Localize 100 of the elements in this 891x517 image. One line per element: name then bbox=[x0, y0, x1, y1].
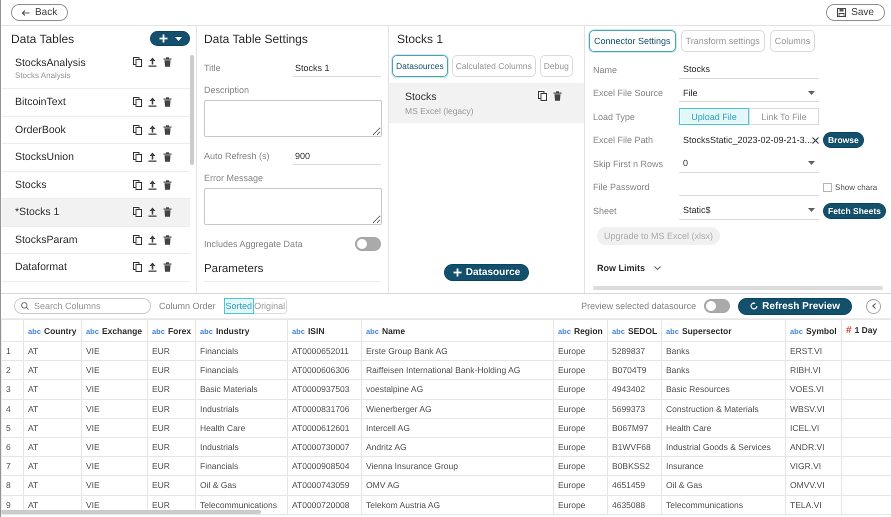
checkbox[interactable] bbox=[823, 182, 832, 192]
add-datasource-button[interactable]: Datasource bbox=[444, 264, 530, 281]
copy-icon[interactable] bbox=[133, 57, 142, 67]
copy-icon[interactable] bbox=[133, 97, 142, 108]
table-cell: AT bbox=[24, 476, 82, 495]
upload-icon[interactable] bbox=[148, 262, 157, 272]
arrow-left-icon bbox=[22, 10, 30, 16]
table-cell: VIE bbox=[82, 399, 148, 418]
trash-icon[interactable] bbox=[163, 97, 172, 108]
row-number: 3 bbox=[2, 380, 24, 400]
table-cell: Health Care bbox=[662, 418, 786, 438]
table-list-item[interactable]: Dataformat bbox=[1, 254, 190, 282]
table-cell: Intercell AG bbox=[362, 418, 554, 438]
table-cell: Erste Group Bank AG bbox=[362, 342, 554, 361]
dropdown-field[interactable]: File bbox=[679, 84, 819, 102]
table-cell: VIE bbox=[82, 437, 148, 457]
upload-icon[interactable] bbox=[148, 234, 157, 245]
input-field[interactable]: Stocks bbox=[679, 60, 819, 79]
copy-icon[interactable] bbox=[133, 152, 142, 162]
tab[interactable]: Datasources bbox=[392, 55, 448, 77]
trash-icon[interactable] bbox=[163, 234, 172, 245]
table-cell: AT bbox=[24, 380, 82, 400]
table-cell: Europe bbox=[554, 437, 608, 457]
save-button[interactable]: Save bbox=[826, 4, 885, 21]
table-list-item[interactable]: StocksParam bbox=[1, 226, 190, 254]
table-list-item[interactable]: BitcoinText bbox=[1, 89, 190, 116]
upload-icon[interactable] bbox=[148, 180, 157, 190]
table-cell: EUR bbox=[148, 437, 196, 457]
table-cell: WBSV.VI bbox=[786, 399, 842, 418]
text-area-field[interactable] bbox=[204, 100, 382, 137]
search-field[interactable]: Search Columns bbox=[14, 298, 151, 314]
toggle-switch[interactable] bbox=[355, 237, 381, 251]
table-name: StocksParam bbox=[15, 234, 78, 246]
table-cell: Europe bbox=[554, 360, 608, 380]
table-list-item[interactable]: OrderBook bbox=[1, 116, 190, 144]
back-button[interactable]: Back bbox=[11, 4, 68, 21]
table-subtitle: Stocks Analysis bbox=[15, 71, 72, 80]
table-cell: AT0000937503 bbox=[288, 380, 362, 400]
add-table-button[interactable] bbox=[150, 31, 190, 46]
column-order-label: Column Order bbox=[159, 301, 216, 311]
trash-icon[interactable] bbox=[163, 180, 172, 190]
table-cell: ANDR.VI bbox=[786, 437, 842, 457]
trash-icon[interactable] bbox=[163, 207, 172, 218]
table-name: *Stocks 1 bbox=[15, 206, 60, 218]
table-list-item[interactable]: *Stocks 1 bbox=[1, 199, 190, 226]
upload-icon[interactable] bbox=[148, 124, 157, 135]
trash-icon[interactable] bbox=[553, 91, 562, 101]
panel-title: Data Tables bbox=[11, 32, 74, 46]
copy-icon[interactable] bbox=[133, 180, 142, 190]
text-area-field[interactable] bbox=[204, 188, 382, 225]
upload-icon[interactable] bbox=[148, 152, 157, 162]
table-cell: Financials bbox=[196, 342, 288, 361]
table-cell: VIGR.VI bbox=[786, 456, 842, 476]
panel-title: Data Table Settings bbox=[204, 31, 309, 48]
field-label: Includes Aggregate Data bbox=[204, 239, 303, 249]
action-button[interactable]: Fetch Sheets bbox=[823, 202, 886, 219]
table-cell: AT bbox=[24, 360, 82, 380]
chevron-down-icon[interactable] bbox=[654, 266, 662, 270]
action-button[interactable]: Browse bbox=[823, 132, 864, 148]
file-path-field[interactable]: StocksStatic_2023-02-09-21-3... bbox=[679, 131, 819, 150]
tab[interactable]: Connector Settings bbox=[589, 30, 676, 52]
clear-icon[interactable] bbox=[812, 136, 820, 144]
field-label: Error Message bbox=[204, 173, 264, 183]
table-cell: OMVV.VI bbox=[786, 476, 842, 495]
row-number: 2 bbox=[2, 360, 24, 380]
trash-icon[interactable] bbox=[163, 124, 172, 135]
table-cell: Europe bbox=[554, 456, 608, 476]
toggle-label: Preview selected datasource bbox=[581, 301, 696, 311]
table-cell: Health Care bbox=[196, 418, 288, 438]
table-cell: VIE bbox=[82, 380, 148, 400]
upload-icon[interactable] bbox=[148, 97, 157, 108]
dropdown-field[interactable]: 0 bbox=[679, 154, 819, 173]
refresh-preview-button[interactable]: Refresh Preview bbox=[738, 298, 852, 314]
trash-icon[interactable] bbox=[163, 57, 172, 67]
section-title[interactable]: Row Limits bbox=[597, 262, 646, 272]
copy-icon[interactable] bbox=[133, 124, 142, 135]
table-cell: Andritz AG bbox=[362, 437, 554, 457]
copy-icon[interactable] bbox=[133, 207, 142, 218]
upload-icon[interactable] bbox=[148, 207, 157, 218]
toggle-switch[interactable] bbox=[704, 299, 730, 313]
checkbox-label: Show chara bbox=[835, 182, 878, 192]
table-list-item[interactable]: StocksUnion bbox=[1, 144, 190, 172]
table-cell: B1WVF68 bbox=[608, 437, 662, 457]
table-cell: Industrials bbox=[196, 399, 288, 418]
table-name: StocksAnalysis bbox=[15, 57, 87, 69]
datasource-name: Stocks bbox=[405, 91, 438, 103]
table-cell: Vienna Insurance Group bbox=[362, 456, 554, 476]
trash-icon[interactable] bbox=[163, 262, 172, 272]
upload-icon[interactable] bbox=[148, 57, 157, 67]
copy-icon[interactable] bbox=[133, 262, 142, 272]
copy-icon[interactable] bbox=[133, 234, 142, 245]
collapse-button[interactable] bbox=[866, 298, 881, 314]
datasource-item[interactable]: Stocks MS Excel (legacy) bbox=[389, 83, 584, 123]
table-cell: Oil & Gas bbox=[662, 476, 786, 495]
dropdown-field[interactable]: Static$ bbox=[679, 202, 819, 220]
table-list-item[interactable]: StocksAnalysis Stocks Analysis bbox=[1, 49, 190, 89]
copy-icon[interactable] bbox=[538, 91, 547, 101]
column-header[interactable]: # 1 Day bbox=[842, 320, 891, 342]
trash-icon[interactable] bbox=[163, 152, 172, 162]
table-name: OrderBook bbox=[15, 124, 67, 136]
